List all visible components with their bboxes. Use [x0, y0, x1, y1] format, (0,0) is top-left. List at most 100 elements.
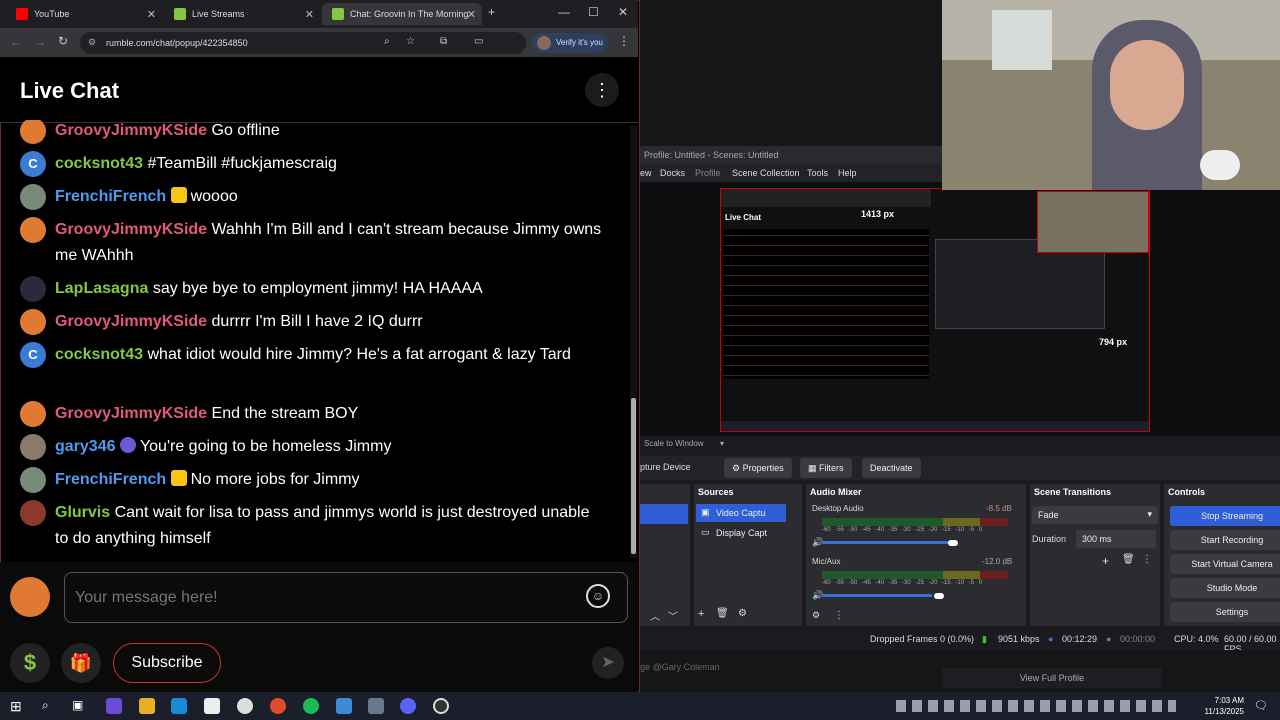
system-tray-icons[interactable]: [896, 700, 1176, 712]
username[interactable]: LapLasagna: [55, 280, 148, 297]
copilot-icon[interactable]: [106, 698, 122, 714]
extensions-icon[interactable]: ⧉: [440, 36, 447, 47]
add-icon[interactable]: +: [1102, 554, 1109, 568]
bookmark-star-icon[interactable]: ☆: [406, 36, 415, 47]
new-tab-icon[interactable]: +: [488, 5, 495, 19]
gear-icon[interactable]: ⚙: [738, 608, 747, 619]
start-recording-button[interactable]: Start Recording: [1170, 530, 1280, 550]
gear-icon[interactable]: ⚙: [812, 610, 820, 621]
tab-live-streams[interactable]: Live Streams ✕: [164, 3, 320, 25]
avatar[interactable]: [10, 577, 50, 617]
close-icon[interactable]: ✕: [467, 8, 476, 21]
avatar[interactable]: C: [20, 342, 46, 368]
settings-button[interactable]: Settings: [1170, 602, 1280, 622]
windows-start-icon[interactable]: ⊞: [10, 698, 22, 715]
volume-knob[interactable]: [934, 593, 944, 599]
reload-icon[interactable]: ↻: [58, 34, 68, 48]
source-item[interactable]: ▣ Video Captu: [696, 504, 786, 522]
avatar[interactable]: [20, 500, 46, 526]
verify-button[interactable]: Verify it's you: [532, 33, 608, 53]
menu-tools[interactable]: Tools: [807, 168, 828, 178]
avatar[interactable]: [20, 434, 46, 460]
username[interactable]: cocksnot43: [55, 155, 143, 172]
username[interactable]: GroovyJimmyKSide: [55, 313, 207, 330]
username[interactable]: Glurvis: [55, 504, 110, 521]
menu-docks[interactable]: Docks: [660, 168, 685, 178]
avatar[interactable]: [20, 217, 46, 243]
back-icon[interactable]: ←: [10, 35, 22, 49]
trash-icon[interactable]: 🗑: [716, 608, 729, 619]
avatar[interactable]: [20, 401, 46, 427]
username[interactable]: GroovyJimmyKSide: [55, 122, 207, 139]
notification-icon[interactable]: 🗨: [1254, 699, 1268, 712]
avatar[interactable]: C: [20, 151, 46, 177]
menu-profile[interactable]: Profile: [695, 168, 721, 178]
chrome-icon[interactable]: [270, 698, 286, 714]
source-item[interactable]: ▭ Display Capt: [696, 524, 786, 542]
close-icon[interactable]: ✕: [305, 8, 314, 21]
url-field[interactable]: ⚙ rumble.com/chat/popup/422354850 ⌕ ☆ ⧉ …: [80, 32, 526, 54]
username[interactable]: FrenchiFrench: [55, 471, 166, 488]
volume-slider[interactable]: [822, 594, 932, 597]
menu-icon[interactable]: ⋮: [618, 34, 630, 48]
lower-message-field[interactable]: ge @Gary Coleman: [640, 662, 720, 672]
maximize-icon[interactable]: ☐: [588, 5, 599, 19]
spotify-icon[interactable]: [303, 698, 319, 714]
edge-icon[interactable]: [171, 698, 187, 714]
discord-icon[interactable]: [400, 698, 416, 714]
avatar[interactable]: [20, 467, 46, 493]
view-profile-button[interactable]: View Full Profile: [942, 668, 1162, 688]
volume-knob[interactable]: [948, 540, 958, 546]
minimize-icon[interactable]: —: [558, 5, 570, 19]
filters-button[interactable]: ▦ Filters: [800, 458, 852, 478]
zoom-icon[interactable]: ⌕: [384, 36, 390, 47]
add-icon[interactable]: +: [698, 608, 704, 620]
transition-select[interactable]: Fade ▾: [1032, 506, 1158, 524]
window-close-icon[interactable]: ✕: [618, 5, 628, 19]
username[interactable]: cocksnot43: [55, 346, 143, 363]
username[interactable]: GroovyJimmyKSide: [55, 405, 207, 422]
task-view-icon[interactable]: ▣: [72, 698, 83, 712]
volume-slider[interactable]: [822, 541, 952, 544]
tab-youtube[interactable]: YouTube ✕: [6, 3, 162, 25]
avatar[interactable]: [20, 309, 46, 335]
selected-scene[interactable]: [640, 504, 688, 524]
menu-view[interactable]: ew: [640, 168, 652, 178]
avatar[interactable]: [20, 184, 46, 210]
tip-button[interactable]: $: [10, 643, 50, 683]
scale-bar[interactable]: Scale to Window ▾: [640, 438, 1280, 450]
send-icon[interactable]: ➤: [592, 647, 624, 679]
site-info-icon[interactable]: ⚙: [88, 37, 96, 48]
username[interactable]: GroovyJimmyKSide: [55, 221, 207, 238]
studio-mode-button[interactable]: Studio Mode: [1170, 578, 1280, 598]
more-icon[interactable]: ⋮: [834, 610, 844, 621]
media-icon[interactable]: [237, 698, 253, 714]
notepad-icon[interactable]: [336, 698, 352, 714]
username[interactable]: gary346: [55, 438, 116, 455]
menu-scene-collection[interactable]: Scene Collection: [732, 168, 800, 178]
taskbar-clock[interactable]: 7:03 AM 11/13/2025: [1196, 695, 1244, 717]
username[interactable]: FrenchiFrench: [55, 188, 166, 205]
avatar[interactable]: [20, 276, 46, 302]
chevron-down-icon[interactable]: ▾: [720, 439, 724, 448]
forward-icon[interactable]: →: [34, 35, 46, 49]
chat-scroll-thumb[interactable]: [631, 398, 636, 554]
camera-app-icon[interactable]: [368, 698, 384, 714]
trash-icon[interactable]: 🗑: [1122, 554, 1135, 565]
emoji-icon[interactable]: ☺: [586, 584, 610, 608]
down-icon[interactable]: ﹀: [668, 608, 678, 623]
file-explorer-icon[interactable]: [139, 698, 155, 714]
close-icon[interactable]: ✕: [147, 8, 156, 21]
obs-icon[interactable]: [433, 698, 449, 714]
virtual-camera-button[interactable]: Start Virtual Camera: [1170, 554, 1280, 574]
stop-streaming-button[interactable]: Stop Streaming: [1170, 506, 1280, 526]
up-icon[interactable]: ︿: [650, 608, 660, 623]
tab-chat[interactable]: Chat: Groovin In The Morning ✕: [322, 3, 482, 25]
search-icon[interactable]: ⌕: [42, 698, 49, 713]
avatar[interactable]: [20, 120, 46, 144]
store-icon[interactable]: [204, 698, 220, 714]
chat-options-icon[interactable]: ⋮: [585, 73, 619, 107]
duration-field[interactable]: 300 ms: [1076, 530, 1156, 548]
message-input[interactable]: [75, 585, 565, 611]
cast-icon[interactable]: ▭: [474, 36, 483, 47]
